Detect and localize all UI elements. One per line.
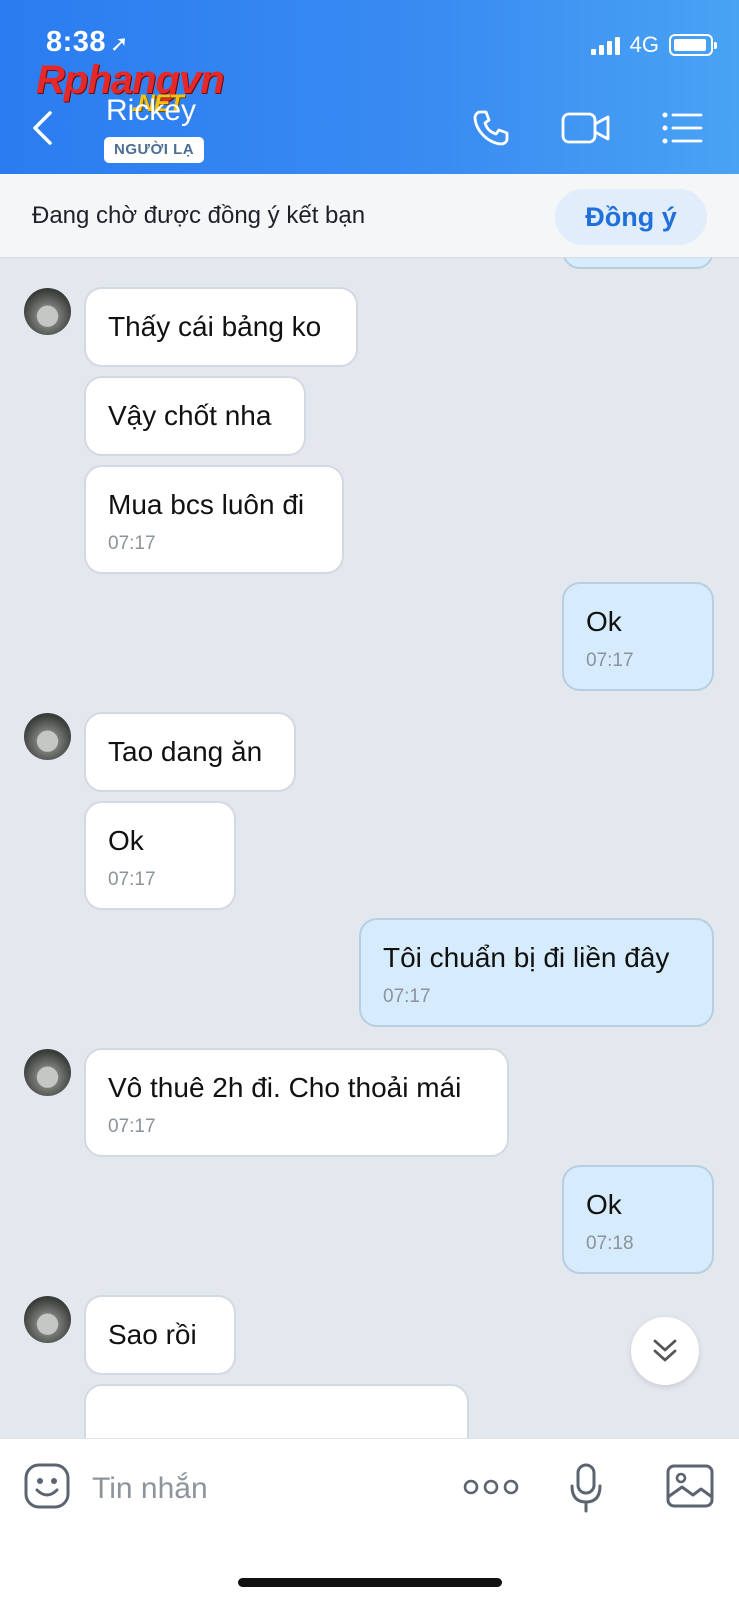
phone-icon[interactable] — [467, 106, 515, 150]
location-arrow-icon: ➚ — [110, 31, 129, 56]
menu-icon[interactable] — [658, 106, 706, 150]
message-bubble[interactable]: Ok 07:17 — [84, 801, 236, 910]
friend-request-text: Đang chờ được đồng ý kết bạn — [32, 202, 366, 229]
message-bubble[interactable]: Tao dang ăn — [84, 712, 296, 792]
back-icon[interactable] — [30, 110, 56, 146]
contact-name[interactable]: Rickey — [106, 94, 196, 128]
message-text: Tôi chuẩn bị đi liền đây — [383, 942, 670, 973]
accept-friend-button[interactable]: Đồng ý — [555, 189, 707, 245]
message-time: 07:17 — [108, 869, 156, 890]
chat-header: 8:38 ➚ 4G Rphangvn .NET Rickey NGƯỜI LẠ — [0, 0, 739, 174]
message-time: 07:17 — [383, 986, 431, 1007]
message-bubble[interactable]: Vậy chốt nha — [84, 376, 306, 456]
more-icon[interactable] — [463, 1467, 519, 1507]
message-bubble[interactable]: Sao rồi — [84, 1295, 236, 1375]
message-bubble-partial[interactable] — [562, 258, 714, 269]
message-text: Vậy chốt nha — [108, 400, 272, 431]
message-list[interactable]: Thấy cái bảng ko Vậy chốt nha Mua bcs lu… — [0, 258, 739, 1438]
message-bubble[interactable]: Vô thuê 2h đi. Cho thoải mái 07:17 — [84, 1048, 509, 1157]
chat-screen: 8:38➚ 4G Rphangvn .NET Rickey NGƯỜI LẠ — [0, 0, 739, 1600]
message-time: 07:17 — [586, 650, 634, 671]
message-bubble[interactable]: Thấy cái bảng ko — [84, 287, 358, 367]
sticker-icon[interactable] — [22, 1461, 72, 1511]
stranger-badge: NGƯỜI LẠ — [104, 137, 205, 163]
message-bubble-mine[interactable]: Tôi chuẩn bị đi liền đây 07:17 — [359, 918, 714, 1027]
message-text: Ok — [586, 1189, 622, 1220]
microphone-icon[interactable] — [566, 1461, 606, 1515]
scroll-to-bottom-button[interactable] — [631, 1317, 699, 1385]
avatar[interactable] — [24, 713, 71, 760]
double-chevron-down-icon — [653, 1339, 677, 1362]
status-time: 8:38 ➚ — [46, 26, 129, 59]
battery-icon — [669, 34, 717, 56]
message-bubble-mine[interactable]: Ok 07:17 — [562, 582, 714, 691]
image-icon[interactable] — [664, 1461, 716, 1511]
message-bubble-mine[interactable]: Ok 07:18 — [562, 1165, 714, 1274]
message-text: Ok — [108, 825, 144, 856]
message-text: Vô thuê 2h đi. Cho thoải mái — [108, 1072, 462, 1103]
friend-request-bar: Đang chờ được đồng ý kết bạn Đồng ý — [0, 174, 739, 258]
message-input[interactable] — [92, 1465, 432, 1513]
message-time: 07:18 — [586, 1233, 634, 1254]
message-text: Tao dang ăn — [108, 736, 263, 767]
home-indicator[interactable] — [238, 1578, 502, 1587]
status-indicators: 4G — [590, 32, 717, 58]
message-bubble[interactable]: Mua bcs luôn đi 07:17 — [84, 465, 344, 574]
message-text: Mua bcs luôn đi — [108, 489, 305, 520]
message-text: Thấy cái bảng ko — [108, 311, 322, 342]
message-text: Ok — [586, 606, 622, 637]
avatar[interactable] — [24, 288, 71, 335]
message-text: Sao rồi — [108, 1319, 197, 1350]
signal-icon — [590, 35, 620, 55]
status-time-text: 8:38 — [46, 26, 107, 58]
message-time: 07:17 — [108, 533, 156, 554]
avatar[interactable] — [24, 1296, 71, 1343]
network-label: 4G — [629, 32, 659, 57]
message-time: 07:17 — [108, 1116, 156, 1137]
avatar[interactable] — [24, 1049, 71, 1096]
message-input-bar — [0, 1438, 739, 1600]
video-icon[interactable] — [560, 106, 612, 150]
message-bubble-partial[interactable] — [84, 1384, 469, 1438]
